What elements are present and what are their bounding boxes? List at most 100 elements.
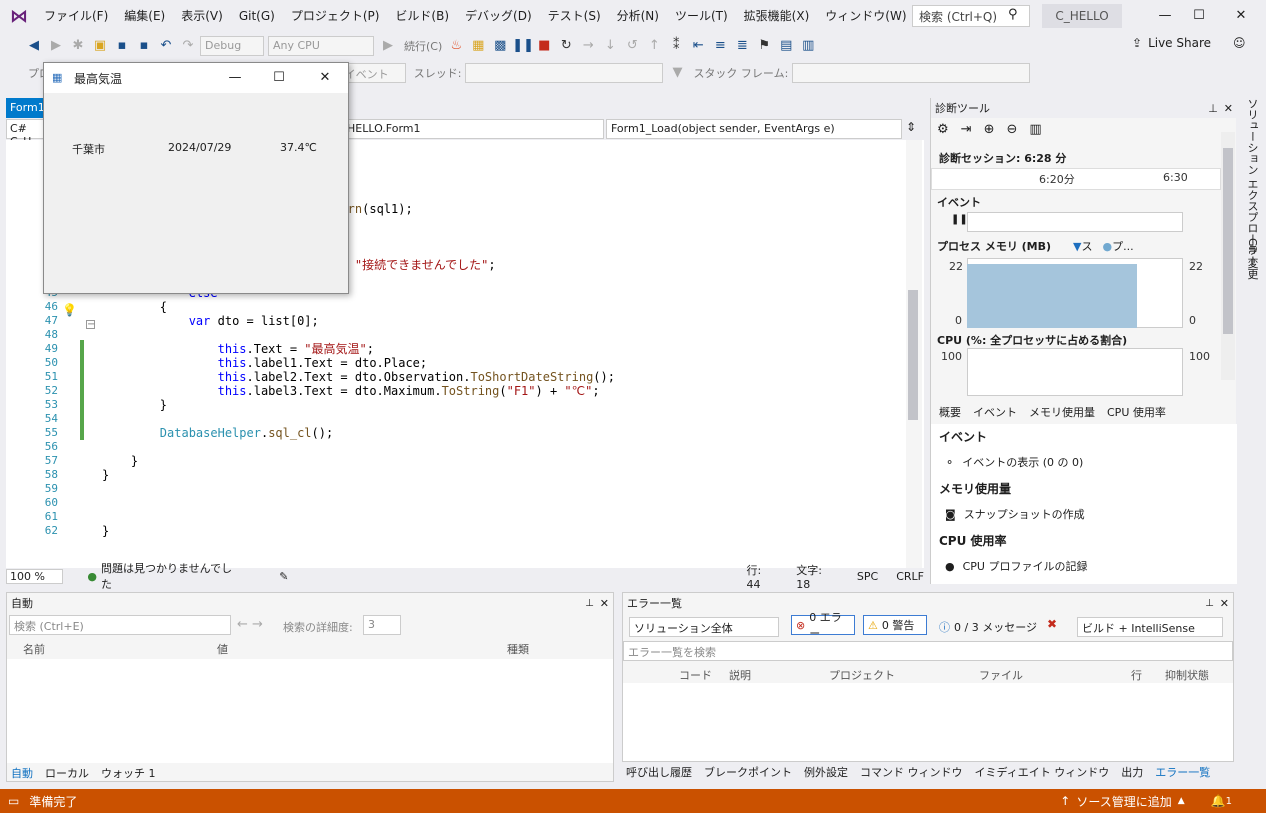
menu-item-4[interactable]: プロジェクト(P) [283,0,388,32]
cpu-chart[interactable] [967,348,1183,396]
code-line[interactable]: 58} [6,468,906,482]
menu-item-3[interactable]: Git(G) [231,0,283,32]
search-icon[interactable]: ⚲ [1008,7,1018,22]
build-filter-combo[interactable]: ビルド + IntelliSense [1077,617,1223,637]
code-line[interactable]: 61 [6,510,906,524]
menu-item-2[interactable]: 表示(V) [173,0,231,32]
bookmark-icon[interactable]: ⚑ [754,36,774,56]
member-combo[interactable]: Form1_Load(object sender, EventArgs e) [606,119,902,139]
split-icon[interactable]: ⇕ [906,120,916,134]
col-name[interactable]: 名前 [23,641,45,657]
undo-icon[interactable]: ↶ [156,36,176,56]
platform-combo[interactable]: Any CPU [268,36,374,56]
stop-icon[interactable]: ■ [534,36,554,56]
menu-item-10[interactable]: 拡張機能(X) [736,0,818,32]
save-icon[interactable]: ▪ [112,36,132,56]
tab-exception-settings[interactable]: 例外設定 [804,764,848,780]
autos-search-input[interactable]: 検索 (Ctrl+E) [9,615,231,635]
menu-item-1[interactable]: 編集(E) [116,0,173,32]
code-line[interactable]: 55 DatabaseHelper.sql_cl(); [6,426,906,440]
col-type[interactable]: 種類 [507,641,529,657]
step-into-icon[interactable]: ↓ [600,36,620,56]
collapse-icon[interactable]: − [86,320,95,330]
col-line[interactable]: 行 [1131,667,1142,683]
code-line[interactable]: 53 } [6,398,906,412]
col-value[interactable]: 値 [217,641,228,657]
scope-combo[interactable]: ソリューション全体 [629,617,779,637]
maximize-button[interactable]: ☐ [1184,4,1214,28]
issues-status[interactable]: 問題は見つかりませんでした [101,560,241,592]
code-line[interactable]: 48 [6,328,906,342]
code-line[interactable]: 47 var dto = list[0]; [6,314,906,328]
tab-immediate-window[interactable]: イミディエイト ウィンドウ [975,764,1110,780]
uncomment-icon[interactable]: ≣ [732,36,752,56]
tab-breakpoints[interactable]: ブレークポイント [704,764,792,780]
project-combo[interactable]: C# C_H [6,119,44,148]
warnings-filter-button[interactable]: ⚠ 0 警告 [863,615,927,635]
thread-icon[interactable]: ⇤ [688,36,708,56]
tab-locals[interactable]: ローカル [45,765,89,781]
step-over-icon[interactable]: → [578,36,598,56]
thread-combo[interactable] [465,63,664,83]
code-line[interactable]: 57 } [6,454,906,468]
minimize-button[interactable]: — [1150,4,1180,28]
col-suppression[interactable]: 抑制状態 [1165,667,1209,683]
error-grid[interactable] [623,683,1233,761]
take-snapshot-link[interactable]: ◙ スナップショットの作成 [945,506,1085,522]
form-close-button[interactable]: ✕ [310,67,340,89]
restart-icon[interactable]: ↻ [556,36,576,56]
code-line[interactable]: 54 [6,412,906,426]
errors-filter-button[interactable]: ⊗ 0 エラー [791,611,855,640]
lightbulb-icon[interactable]: 💡 [62,303,77,317]
code-line[interactable]: 59 [6,482,906,496]
type-combo[interactable]: HELLO.Form1 [342,119,604,139]
redo-icon[interactable]: ↷ [178,36,198,56]
tab-watch1[interactable]: ウォッチ 1 [101,765,156,781]
filter-icon[interactable]: ▼ [667,63,687,83]
save-all-icon[interactable]: ▪ [134,36,154,56]
live-share-button[interactable]: ⇪ Live Share ☺ [1132,36,1246,50]
error-list-close-icon[interactable]: ✕ [1220,597,1229,610]
diag-close-icon[interactable]: ✕ [1224,102,1233,115]
menu-item-11[interactable]: ウィンドウ(W) [817,0,914,32]
continue-button[interactable]: 続行(C) [404,38,442,54]
stack-frame-combo[interactable] [792,63,1031,83]
source-control-caret-icon[interactable]: ▲ [1178,796,1185,806]
comment-icon[interactable]: ≡ [710,36,730,56]
screenshot-icon[interactable]: ▩ [490,36,510,56]
tab-memory[interactable]: メモリ使用量 [1029,404,1095,420]
autos-close-icon[interactable]: ✕ [600,597,609,610]
diag-vscroll-thumb[interactable] [1223,148,1233,334]
tab-output[interactable]: 出力 [1121,764,1143,780]
menu-item-7[interactable]: テスト(S) [540,0,609,32]
autos-grid[interactable] [7,659,613,763]
code-line[interactable]: 52 this.label3.Text = dto.Maximum.ToStri… [6,384,906,398]
tab-events[interactable]: イベント [973,404,1017,420]
menu-item-9[interactable]: ツール(T) [667,0,736,32]
hex-icon[interactable]: ⁑ [666,36,686,56]
step-back-icon[interactable]: ↺ [622,36,642,56]
view-events-link[interactable]: ⚬ イベントの表示 (0 の 0) [945,454,1083,470]
export-icon[interactable]: ⇥ [961,122,972,137]
tab-autos[interactable]: 自動 [11,765,33,781]
new-project-icon[interactable]: ✱ [68,36,88,56]
col-file[interactable]: ファイル [979,667,1023,683]
zoom-combo[interactable]: 100 % [6,568,64,584]
autos-nav-arrows[interactable]: ← → [237,617,263,632]
form-maximize-button[interactable]: ☐ [264,67,294,89]
col-project[interactable]: プロジェクト [829,667,895,683]
record-cpu-link[interactable]: ● CPU プロファイルの記録 [945,558,1087,574]
prev-bookmark-icon[interactable]: ▥ [798,36,818,56]
tab-cpu[interactable]: CPU 使用率 [1107,404,1166,420]
code-line[interactable]: 62} [6,524,906,538]
clear-filter-icon[interactable]: ✖ [1047,617,1057,631]
back-icon[interactable]: ◀ [24,36,44,56]
pause-icon[interactable]: ❚❚ [512,36,534,56]
code-line[interactable]: 56 [6,440,906,454]
code-line[interactable]: 49 this.Text = "最高気温"; [6,342,906,356]
menu-item-6[interactable]: デバッグ(D) [457,0,540,32]
zoom-in-icon[interactable]: ⊕ [984,122,995,137]
error-search-input[interactable]: エラー一覧を検索 [623,641,1233,661]
feedback-icon[interactable]: ☺ [1233,36,1246,50]
error-list-pin-icon[interactable]: ⊥ [1205,598,1214,609]
